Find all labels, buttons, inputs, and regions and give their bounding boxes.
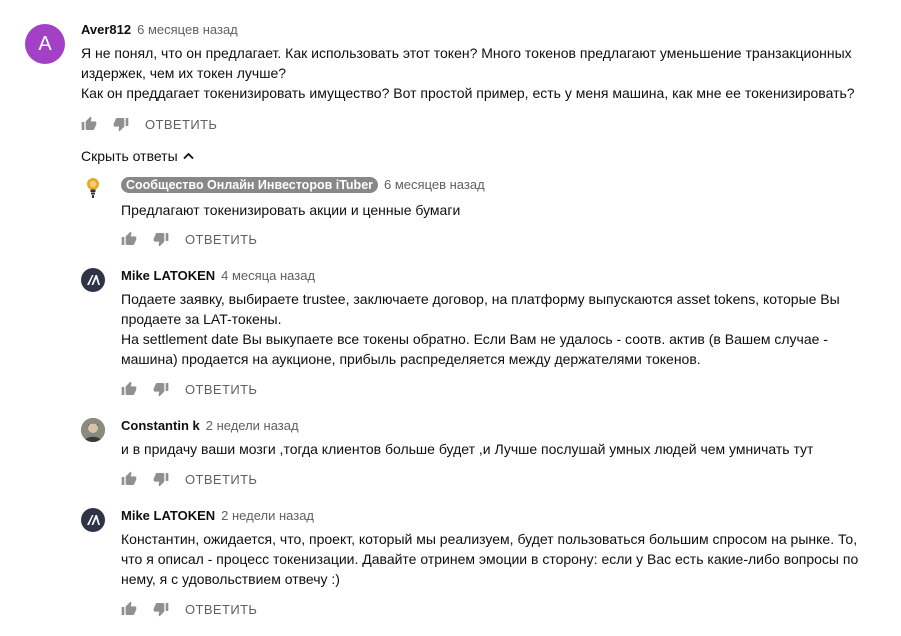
thumbs-down-icon	[153, 233, 169, 247]
timestamp[interactable]: 2 недели назад	[221, 508, 314, 523]
like-button[interactable]	[81, 116, 97, 132]
latoken-logo-icon	[87, 275, 100, 285]
avatar[interactable]	[81, 268, 105, 292]
comment-header: Constantin k 2 недели назад	[121, 418, 299, 433]
reply-button[interactable]: ОТВЕТИТЬ	[185, 472, 257, 487]
dislike-button[interactable]	[153, 601, 169, 617]
comment-header: Сообщество Онлайн Инвесторов iTuber 6 мес…	[121, 177, 485, 193]
reply-button[interactable]: ОТВЕТИТЬ	[185, 232, 257, 247]
reply-comment: Constantin k 2 недели назад и в придачу в…	[0, 410, 901, 500]
dislike-button[interactable]	[153, 471, 169, 487]
hide-replies-label: Скрыть ответы	[81, 148, 178, 164]
like-button[interactable]	[121, 231, 137, 247]
comment-text: Константин, ожидается, что, проект, кото…	[121, 531, 859, 587]
thumbs-up-icon	[121, 601, 137, 615]
thumbs-up-icon	[121, 381, 137, 395]
author-name[interactable]: Mike LATOKEN	[121, 268, 215, 283]
author-name[interactable]: Сообщество Онлайн Инвесторов iTuber	[121, 177, 379, 193]
avatar[interactable]	[81, 176, 105, 200]
dislike-button[interactable]	[113, 116, 129, 132]
photo-avatar-icon	[81, 418, 105, 442]
latoken-logo-icon	[87, 515, 100, 525]
comment-text: Предлагают токенизировать акции и ценные…	[121, 202, 461, 218]
thumbs-down-icon	[113, 118, 129, 132]
reply-button[interactable]: ОТВЕТИТЬ	[185, 602, 257, 617]
comment-text: Подаете заявку, выбираете trustee, заклю…	[121, 291, 840, 367]
comment-text: и в придачу ваши мозги ,тогда клиентов б…	[121, 441, 814, 457]
thumbs-down-icon	[153, 603, 169, 617]
author-name[interactable]: Aver812	[81, 22, 131, 37]
thumbs-up-icon	[81, 116, 97, 130]
hide-replies-button[interactable]: Скрыть ответы	[81, 148, 194, 164]
comment-actions: ОТВЕТИТЬ	[121, 229, 257, 249]
dislike-button[interactable]	[153, 381, 169, 397]
timestamp[interactable]: 2 недели назад	[206, 418, 299, 433]
comment-actions: ОТВЕТИТЬ	[81, 114, 217, 134]
reply-button[interactable]: ОТВЕТИТЬ	[185, 382, 257, 397]
comment-header: Mike LATOKEN 4 месяца назад	[121, 268, 315, 283]
comment-actions: ОТВЕТИТЬ	[121, 599, 257, 619]
dislike-button[interactable]	[153, 231, 169, 247]
comment-text: Я не понял, что он предлагает. Как испол…	[81, 45, 855, 101]
avatar[interactable]	[81, 418, 105, 442]
timestamp[interactable]: 6 месяцев назад	[137, 22, 238, 37]
comment-actions: ОТВЕТИТЬ	[121, 469, 257, 489]
reply-comment: Сообщество Онлайн Инвесторов iTuber 6 мес…	[0, 170, 901, 260]
like-button[interactable]	[121, 601, 137, 617]
timestamp[interactable]: 4 месяца назад	[221, 268, 315, 283]
thumbs-up-icon	[121, 471, 137, 485]
like-button[interactable]	[121, 381, 137, 397]
comment-header: Aver812 6 месяцев назад	[81, 22, 238, 37]
bulb-coin-icon	[87, 178, 99, 198]
top-comment: A Aver812 6 месяцев назад Я не понял, что…	[0, 0, 901, 140]
reply-button[interactable]: ОТВЕТИТЬ	[145, 117, 217, 132]
avatar-letter: A	[38, 32, 52, 55]
avatar[interactable]	[81, 508, 105, 532]
author-name[interactable]: Constantin k	[121, 418, 200, 433]
like-button[interactable]	[121, 471, 137, 487]
comment-header: Mike LATOKEN 2 недели назад	[121, 508, 314, 523]
thumbs-up-icon	[121, 231, 137, 245]
timestamp[interactable]: 6 месяцев назад	[384, 177, 485, 192]
avatar[interactable]: A	[25, 24, 65, 64]
chevron-up-icon	[183, 152, 194, 160]
thumbs-down-icon	[153, 473, 169, 487]
reply-comment: Mike LATOKEN 2 недели назад Константин, о…	[0, 500, 901, 630]
thumbs-down-icon	[153, 383, 169, 397]
author-name[interactable]: Mike LATOKEN	[121, 508, 215, 523]
reply-comment: Mike LATOKEN 4 месяца назад Подаете заявк…	[0, 260, 901, 400]
comment-actions: ОТВЕТИТЬ	[121, 379, 257, 399]
